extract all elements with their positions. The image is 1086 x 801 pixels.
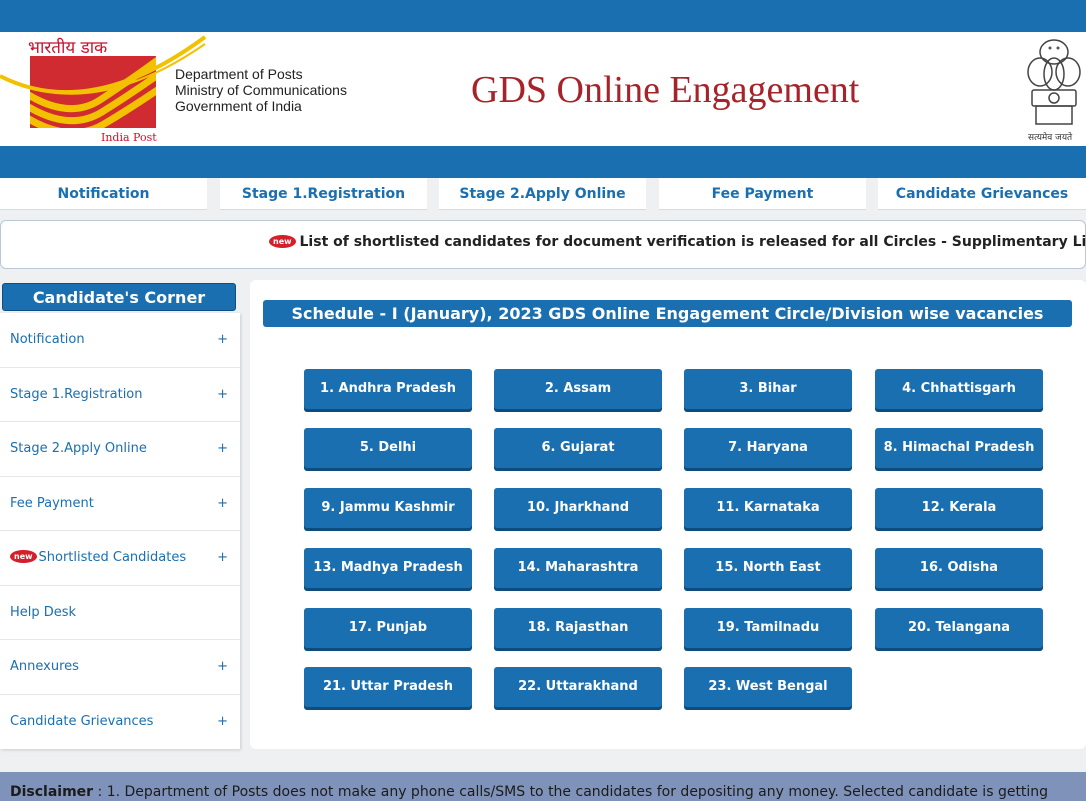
circle-button[interactable]: 17. Punjab xyxy=(304,608,472,648)
circle-button[interactable]: 12. Kerala xyxy=(875,488,1043,528)
page-title: GDS Online Engagement xyxy=(471,69,860,111)
circle-button[interactable]: 20. Telangana xyxy=(875,608,1043,648)
dept-line-3: Government of India xyxy=(175,98,302,114)
sidebar-item-label: Fee Payment xyxy=(10,495,94,511)
circle-button[interactable]: 13. Madhya Pradesh xyxy=(304,548,472,588)
sidebar-item-notification[interactable]: Notification + xyxy=(0,313,240,368)
circle-button[interactable]: 4. Chhattisgarh xyxy=(875,369,1043,409)
circle-button[interactable]: 14. Maharashtra xyxy=(494,548,662,588)
expand-plus-icon[interactable]: + xyxy=(217,659,228,674)
circle-button[interactable]: 21. Uttar Pradesh xyxy=(304,667,472,707)
sidebar-item-label: Stage 1.Registration xyxy=(10,386,143,402)
marquee-link[interactable]: new List of shortlisted candidates for do… xyxy=(269,234,1086,250)
news-marquee: new List of shortlisted candidates for do… xyxy=(0,220,1086,269)
new-badge-icon: new xyxy=(269,235,296,248)
sidebar-item-label: Annexures xyxy=(10,659,79,674)
sidebar-item-shortlisted-candidates[interactable]: new Shortlisted Candidates + xyxy=(0,531,240,586)
circle-button[interactable]: 15. North East xyxy=(684,548,852,588)
vacancies-panel: Schedule - I (January), 2023 GDS Online … xyxy=(250,280,1086,749)
national-emblem: सत्यमेव जयते xyxy=(1022,34,1086,144)
expand-plus-icon[interactable]: + xyxy=(217,550,228,565)
circle-button[interactable]: 7. Haryana xyxy=(684,428,852,468)
nav-fee-payment[interactable]: Fee Payment xyxy=(659,178,866,210)
sidebar-item-candidate-grievances[interactable]: Candidate Grievances + xyxy=(0,695,240,750)
sidebar-item-label: new Shortlisted Candidates xyxy=(10,550,186,565)
expand-plus-icon[interactable]: + xyxy=(217,496,228,511)
circle-button[interactable]: 10. Jharkhand xyxy=(494,488,662,528)
sidebar-item-label: Help Desk xyxy=(10,604,77,620)
circle-button[interactable]: 3. Bihar xyxy=(684,369,852,409)
emblem-caption: सत्यमेव जयते xyxy=(1028,133,1073,143)
disclaimer-bar: Disclaimer : 1. Department of Posts does… xyxy=(0,772,1086,801)
sidebar-item-text: Shortlisted Candidates xyxy=(38,550,187,565)
candidates-corner-sidebar: Candidate's Corner Notification + Stage … xyxy=(0,280,240,749)
main-nav: Notification Stage 1.Registration Stage … xyxy=(0,178,1086,210)
circle-button[interactable]: 23. West Bengal xyxy=(684,667,852,707)
expand-plus-icon[interactable]: + xyxy=(217,714,228,729)
circle-button[interactable]: 11. Karnataka xyxy=(684,488,852,528)
new-badge-icon: new xyxy=(10,550,37,563)
expand-plus-icon[interactable]: + xyxy=(217,387,228,402)
circle-button[interactable]: 19. Tamilnadu xyxy=(684,608,852,648)
sidebar-item-fee-payment[interactable]: Fee Payment + xyxy=(0,477,240,531)
sidebar-item-label: Notification xyxy=(10,332,85,347)
sidebar-item-stage2-apply-online[interactable]: Stage 2.Apply Online + xyxy=(0,422,240,477)
nav-stage2-apply-online[interactable]: Stage 2.Apply Online xyxy=(439,178,646,210)
dept-line-1: Department of Posts xyxy=(175,66,303,82)
sidebar-item-annexures[interactable]: Annexures + xyxy=(0,640,240,695)
circle-button[interactable]: 22. Uttarakhand xyxy=(494,667,662,707)
top-blue-bar xyxy=(0,0,1086,32)
circle-button[interactable]: 6. Gujarat xyxy=(494,428,662,468)
sidebar-list: Notification + Stage 1.Registration + St… xyxy=(0,313,240,749)
expand-plus-icon[interactable]: + xyxy=(217,332,228,347)
circle-button[interactable]: 9. Jammu Kashmir xyxy=(304,488,472,528)
nav-notification[interactable]: Notification xyxy=(0,178,207,210)
department-text: Department of Posts Ministry of Communic… xyxy=(175,66,347,114)
schedule-title: Schedule - I (January), 2023 GDS Online … xyxy=(263,300,1072,327)
marquee-text: List of shortlisted candidates for docum… xyxy=(299,234,1086,250)
sidebar-item-label: Candidate Grievances xyxy=(10,713,154,729)
site-header: भारतीय डाक India Post Department of Post… xyxy=(0,32,1086,146)
header-blue-bar xyxy=(0,146,1086,178)
circle-button[interactable]: 1. Andhra Pradesh xyxy=(304,369,472,409)
sidebar-item-stage1-registration[interactable]: Stage 1.Registration + xyxy=(0,368,240,422)
sidebar-title: Candidate's Corner xyxy=(2,283,236,311)
circle-button[interactable]: 8. Himachal Pradesh xyxy=(875,428,1043,468)
circle-button[interactable]: 5. Delhi xyxy=(304,428,472,468)
circle-button[interactable]: 2. Assam xyxy=(494,369,662,409)
nav-stage1-registration[interactable]: Stage 1.Registration xyxy=(220,178,427,210)
disclaimer-label: Disclaimer xyxy=(10,784,94,800)
disclaimer-text: : 1. Department of Posts does not make a… xyxy=(97,784,1049,800)
circle-button[interactable]: 16. Odisha xyxy=(875,548,1043,588)
expand-plus-icon[interactable]: + xyxy=(217,441,228,456)
logo-caption: India Post xyxy=(101,131,157,144)
nav-candidate-grievances[interactable]: Candidate Grievances xyxy=(878,178,1086,210)
sidebar-item-help-desk[interactable]: Help Desk xyxy=(0,586,240,640)
sidebar-item-label: Stage 2.Apply Online xyxy=(10,441,147,456)
ashoka-emblem-icon xyxy=(1027,39,1081,125)
circle-button[interactable]: 18. Rajasthan xyxy=(494,608,662,648)
dept-line-2: Ministry of Communications xyxy=(175,82,347,98)
